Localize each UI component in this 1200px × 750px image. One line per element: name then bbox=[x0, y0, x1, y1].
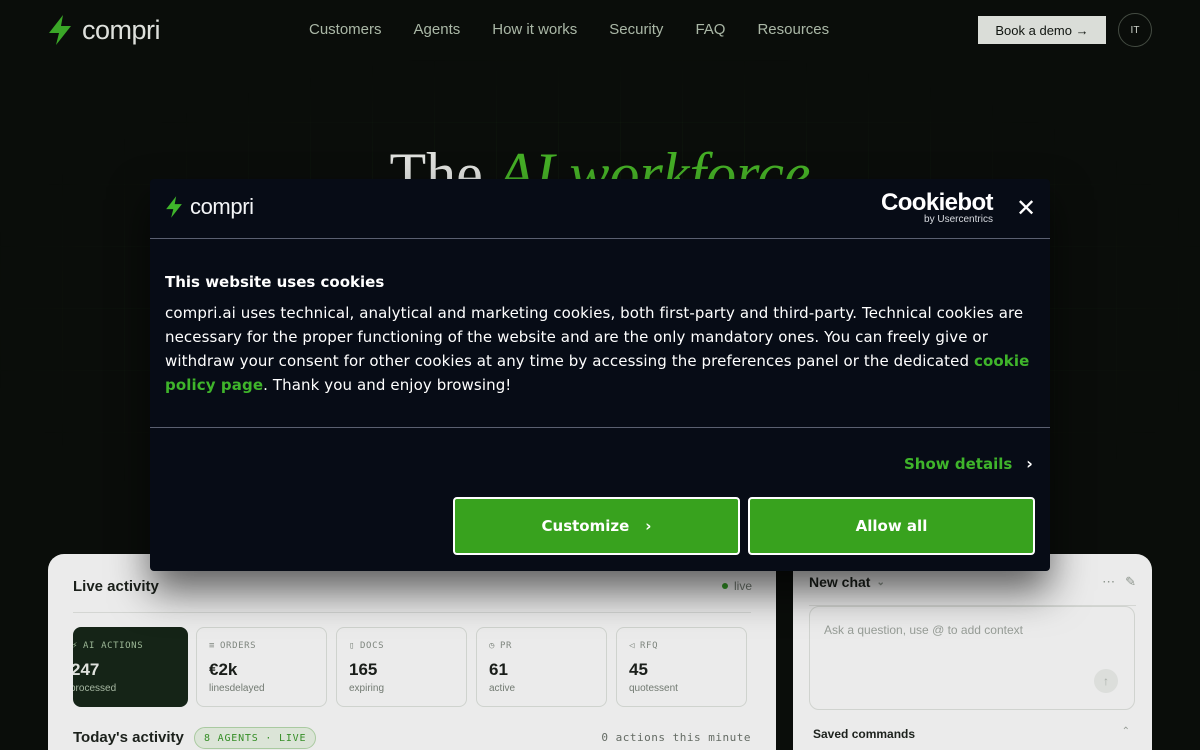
cookie-body-before: compri.ai uses technical, analytical and… bbox=[165, 304, 1024, 370]
customize-button[interactable]: Customize › bbox=[453, 497, 740, 555]
show-details-link[interactable]: Show details › bbox=[904, 454, 1033, 473]
cookie-consent-dialog: compri Cookiebot by Usercentrics ✕ This … bbox=[150, 179, 1050, 571]
bolt-icon bbox=[166, 196, 182, 218]
chevron-right-icon: › bbox=[1026, 454, 1033, 473]
divider bbox=[150, 238, 1050, 239]
cookiebot-brand: Cookiebot bbox=[881, 189, 994, 216]
cookie-body-text: compri.ai uses technical, analytical and… bbox=[165, 301, 1040, 397]
cookie-heading: This website uses cookies bbox=[165, 273, 385, 291]
show-details-label: Show details bbox=[904, 454, 1013, 473]
chevron-right-icon: › bbox=[645, 517, 652, 535]
divider bbox=[150, 427, 1050, 428]
cookiebot-sub-brand: by Usercentrics bbox=[924, 214, 993, 225]
cookie-body-after: . Thank you and enjoy browsing! bbox=[263, 376, 512, 394]
cookiebot-logo: Cookiebot by Usercentrics bbox=[881, 189, 994, 225]
dialog-logo-text: compri bbox=[190, 194, 254, 219]
customize-label: Customize bbox=[541, 517, 630, 535]
dialog-logo: compri bbox=[164, 194, 254, 220]
close-icon[interactable]: ✕ bbox=[1016, 196, 1036, 220]
allow-all-button[interactable]: Allow all bbox=[748, 497, 1035, 555]
allow-all-label: Allow all bbox=[855, 517, 928, 535]
